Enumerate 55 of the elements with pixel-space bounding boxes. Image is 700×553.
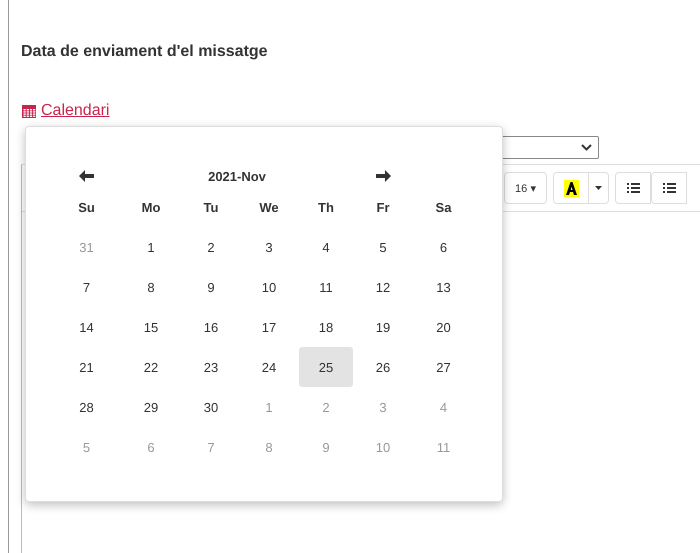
calendar-day[interactable]: 19 — [355, 307, 411, 347]
caret-icon — [595, 186, 602, 190]
arrow-left-icon — [79, 170, 94, 182]
calendar-day[interactable]: 15 — [121, 307, 181, 347]
bullet-list-button[interactable] — [615, 172, 652, 204]
calendar-day[interactable]: 29 — [121, 387, 181, 427]
calendar-day[interactable]: 8 — [121, 267, 181, 307]
calendar-day[interactable]: 23 — [183, 347, 239, 387]
calendar-day[interactable]: 4 — [299, 227, 353, 267]
arrow-right-icon — [376, 170, 390, 182]
calendar-day[interactable]: 21 — [54, 347, 119, 387]
highlight-text-icon — [564, 180, 579, 196]
font-size-button[interactable]: 16 ▾ — [504, 172, 548, 204]
weekday-label: Th — [317, 198, 335, 216]
calendar-icon — [21, 103, 37, 119]
calendar-day[interactable]: 25 — [299, 347, 353, 387]
calendar-day[interactable]: 20 — [413, 307, 474, 347]
calendar-day[interactable]: 5 — [355, 227, 411, 267]
weekday-label: Fr — [376, 198, 390, 216]
numbered-list-icon — [662, 182, 676, 194]
calendar-day[interactable]: 17 — [241, 307, 297, 347]
dropdown-button[interactable] — [589, 172, 610, 204]
highlight-button[interactable] — [553, 172, 590, 204]
calendar-day[interactable]: 14 — [54, 307, 119, 347]
calendar-day[interactable]: 13 — [413, 267, 474, 307]
next-month-button[interactable] — [376, 170, 390, 182]
chevron-down-icon — [581, 144, 592, 151]
calendar-day[interactable]: 6 — [413, 227, 474, 267]
calendar-day[interactable]: 16 — [183, 307, 239, 347]
month-title: 2021-Nov — [208, 168, 266, 184]
calendar-day[interactable]: 3 — [241, 227, 297, 267]
section-heading: Data de enviament d'el missatge — [21, 42, 269, 62]
calendar-day[interactable]: 9 — [183, 267, 239, 307]
calendar-day[interactable]: 12 — [355, 267, 411, 307]
calendar-day[interactable]: 11 — [299, 267, 353, 307]
weekday-label: Tu — [202, 198, 220, 216]
calendar-day[interactable]: 27 — [413, 347, 474, 387]
calendar-day[interactable]: 1 — [121, 227, 181, 267]
calendar-day[interactable]: 26 — [355, 347, 411, 387]
calendar-day[interactable]: 28 — [54, 387, 119, 427]
numbered-list-button[interactable] — [651, 172, 688, 204]
weekday-label: Mo — [140, 198, 162, 216]
calendar-day[interactable]: 22 — [121, 347, 181, 387]
calendar-day[interactable]: 10 — [241, 267, 297, 307]
calendar-day[interactable]: 18 — [299, 307, 353, 347]
calendar-day[interactable]: 2 — [183, 227, 239, 267]
previous-month-button[interactable] — [79, 170, 94, 182]
calendar-day[interactable]: 30 — [183, 387, 239, 427]
calendar-day[interactable]: 24 — [241, 347, 297, 387]
bullet-list-icon — [626, 182, 640, 194]
weekday-label: Su — [77, 198, 96, 216]
calendar-link[interactable]: Calendari — [21, 102, 110, 120]
weekday-label: Sa — [434, 198, 452, 216]
weekday-label: We — [258, 198, 280, 216]
calendar-day[interactable]: 7 — [54, 267, 119, 307]
